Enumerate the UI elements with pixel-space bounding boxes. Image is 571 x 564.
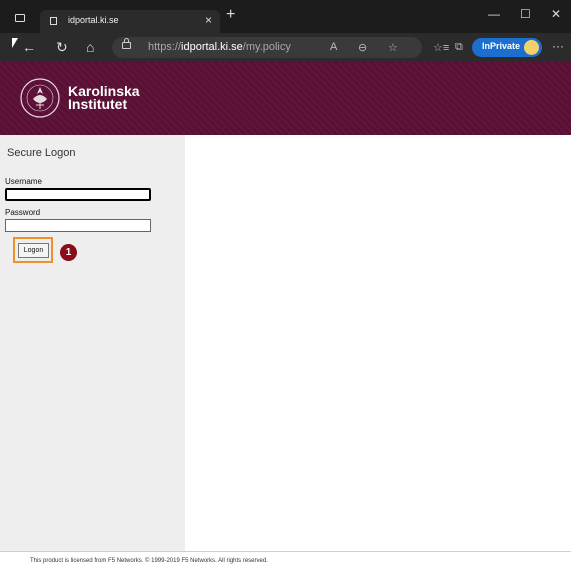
collections-icon[interactable]: ⧉ <box>455 41 463 54</box>
institution-logo-text: Karolinska Institutet <box>68 84 140 112</box>
minimize-button[interactable]: — <box>488 8 500 20</box>
mouse-cursor-icon <box>12 38 18 48</box>
home-icon[interactable]: ⌂ <box>86 40 94 54</box>
new-tab-button[interactable]: + <box>226 7 235 23</box>
login-sidebar: Secure Logon Username Password <box>0 135 185 551</box>
username-field[interactable] <box>5 188 151 201</box>
footer-divider <box>0 551 571 552</box>
site-banner: Karolinska Institutet <box>0 62 571 135</box>
url-scheme: https:// <box>148 41 182 53</box>
back-icon[interactable]: ← <box>22 40 36 54</box>
step-badge: 1 <box>60 244 77 261</box>
browser-tab[interactable]: idportal.ki.se × <box>40 10 220 33</box>
favorite-star-icon[interactable]: ☆ <box>388 41 398 54</box>
lock-icon <box>122 38 131 49</box>
url-input[interactable]: https://idportal.ki.se/my.policy A ⊖ ☆ <box>112 37 422 58</box>
favorites-bar-icon[interactable]: ☆≡ <box>433 41 449 54</box>
zoom-icon[interactable]: ⊖ <box>358 41 367 54</box>
username-label: Username <box>5 177 42 186</box>
password-field[interactable] <box>5 219 151 232</box>
karolinska-seal-icon <box>20 78 60 118</box>
close-window-button[interactable]: ✕ <box>551 8 561 20</box>
footer-copyright: This product is licensed from F5 Network… <box>30 558 268 564</box>
tab-actions-icon[interactable] <box>15 14 25 22</box>
inprivate-button[interactable]: InPrivate <box>472 38 542 57</box>
read-aloud-icon[interactable]: A <box>330 41 337 53</box>
tab-title: idportal.ki.se <box>68 15 119 25</box>
maximize-button[interactable]: ☐ <box>520 8 531 20</box>
url-text: https://idportal.ki.se/my.policy <box>148 41 291 53</box>
page-favicon-icon <box>50 17 57 25</box>
password-label: Password <box>5 208 41 217</box>
logo-line-2: Institutet <box>68 96 128 112</box>
page-title: Secure Logon <box>7 147 76 159</box>
refresh-icon[interactable]: ↻ <box>56 40 68 54</box>
avatar <box>524 40 539 55</box>
browser-tab-bar: idportal.ki.se × + — ☐ ✕ <box>0 0 571 33</box>
address-bar-row: ← ↻ ⌂ https://idportal.ki.se/my.policy A… <box>0 33 571 62</box>
logon-button[interactable]: Logon <box>18 243 49 258</box>
url-host: idportal.ki.se <box>181 41 243 53</box>
url-path: /my.policy <box>242 41 291 53</box>
tab-close-button[interactable]: × <box>205 13 212 27</box>
more-options-icon[interactable]: ··· <box>552 39 564 53</box>
inprivate-label: InPrivate <box>482 41 521 51</box>
